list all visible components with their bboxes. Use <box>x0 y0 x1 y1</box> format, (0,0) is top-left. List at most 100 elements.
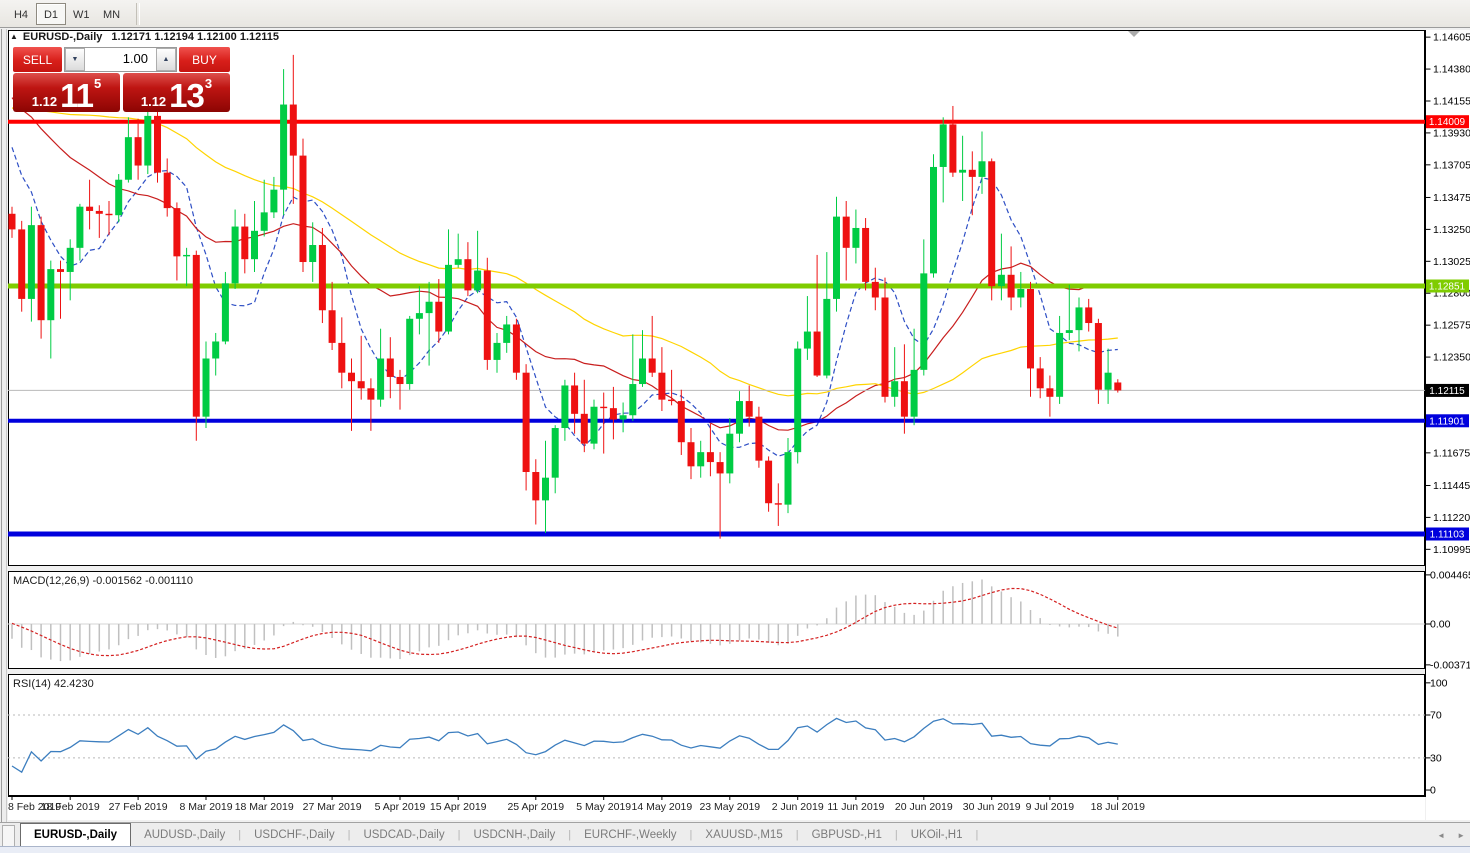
chart-tab-usdchf-daily[interactable]: USDCHF-,Daily <box>241 823 348 846</box>
chart-title-bar: ▲EURUSD-,Daily1.12171 1.12194 1.12100 1.… <box>10 31 279 43</box>
candle-body <box>513 324 520 372</box>
candle-body <box>387 359 394 377</box>
candle-body <box>455 259 462 265</box>
svg-text:1.12115: 1.12115 <box>1429 386 1465 397</box>
price-tick-label: 1.13025 <box>1433 256 1470 268</box>
candle-body <box>639 359 646 385</box>
candle-body <box>125 137 132 180</box>
chart-tab-audusd-daily[interactable]: AUDUSD-,Daily <box>131 823 238 846</box>
timeframe-w1-button[interactable]: W1 <box>66 3 96 25</box>
sell-price-panel[interactable]: 1.12115 <box>13 73 120 112</box>
candle-body <box>746 401 753 417</box>
chart-tab-usdcnh-daily[interactable]: USDCNH-,Daily <box>460 823 568 846</box>
macd-indicator-label: MACD(12,26,9) -0.001562 -0.001110 <box>13 575 193 587</box>
chart-tab-ukoil-h1[interactable]: UKOil-,H1 <box>898 823 976 846</box>
sell-button[interactable]: SELL <box>13 47 62 72</box>
tabbar-stub <box>2 825 15 846</box>
candle-body <box>135 137 142 165</box>
candle-body <box>814 332 821 376</box>
chart-tab-xauusd-m15[interactable]: XAUUSD-,M15 <box>692 823 795 846</box>
candle-body <box>552 428 559 478</box>
candle-body <box>852 228 859 248</box>
price-tick-label: 1.13475 <box>1433 192 1470 204</box>
candle-body <box>212 341 219 358</box>
rsi-panel[interactable] <box>8 675 1425 796</box>
candle-body <box>998 275 1005 286</box>
candle-body <box>571 385 578 413</box>
candle-body <box>833 217 840 299</box>
price-tick-label: 1.11675 <box>1433 447 1470 459</box>
candle-body <box>329 310 336 343</box>
candle-body <box>106 214 113 215</box>
buy-price-prefix: 1.12 <box>141 92 166 112</box>
timeframe-h4-button[interactable]: H4 <box>6 3 36 25</box>
candle-body <box>406 319 413 384</box>
sell-price-sup: 5 <box>94 76 101 91</box>
candle-body <box>1076 307 1083 330</box>
candle-body <box>775 503 782 504</box>
candle-body <box>1095 323 1102 390</box>
candle-body <box>882 297 889 396</box>
candle-body <box>290 105 297 156</box>
rsi-tick-label: 100 <box>1430 677 1448 689</box>
candle-body <box>18 229 25 299</box>
timeframe-mn-button[interactable]: MN <box>96 3 126 25</box>
candle-body <box>503 324 510 342</box>
candle-body <box>251 231 258 259</box>
candle-body <box>1085 307 1092 323</box>
candle-body <box>765 461 772 504</box>
volume-input[interactable]: 1.00 <box>85 48 156 71</box>
date-tick-label: 18 Feb 2019 <box>41 801 100 813</box>
candle-body <box>96 211 103 214</box>
date-tick-label: 30 Jun 2019 <box>963 801 1021 813</box>
chart-tabbar: EURUSD-,DailyAUDUSD-,Daily | USDCHF-,Daily… <box>0 822 1470 846</box>
chart-tab-eurchf-weekly[interactable]: EURCHF-,Weekly <box>571 823 689 846</box>
volume-increase-icon[interactable]: ▲ <box>156 48 176 71</box>
svg-text:1.11901: 1.11901 <box>1429 416 1465 427</box>
macd-tick-label: 0.00 <box>1430 619 1451 631</box>
date-tick-label: 18 Jul 2019 <box>1091 801 1145 813</box>
volume-decrease-icon[interactable]: ▼ <box>65 48 85 71</box>
candle-body <box>57 269 64 272</box>
chart-tab-eurusd-daily[interactable]: EURUSD-,Daily <box>20 823 131 846</box>
chart-tab-usdcad-daily[interactable]: USDCAD-,Daily <box>350 823 457 846</box>
candle-body <box>843 217 850 248</box>
buy-button[interactable]: BUY <box>179 47 230 72</box>
candle-body <box>785 452 792 504</box>
tab-separator: | <box>976 823 979 846</box>
candle-body <box>1066 330 1073 333</box>
date-tick-label: 9 Jul 2019 <box>1026 801 1075 813</box>
macd-panel[interactable] <box>8 572 1425 669</box>
candle-body <box>154 116 161 173</box>
candle-body <box>426 302 433 313</box>
buy-price-panel[interactable]: 1.12133 <box>123 73 230 112</box>
chart-tab-gbpusd-h1[interactable]: GBPUSD-,H1 <box>799 823 895 846</box>
candle-body <box>658 373 665 400</box>
candle-body <box>261 212 268 230</box>
price-tick-label: 1.13705 <box>1433 159 1470 171</box>
date-tick-label: 23 May 2019 <box>699 801 760 813</box>
candle-body <box>1114 382 1121 390</box>
candle-body <box>397 377 404 384</box>
price-tick-label: 1.12350 <box>1433 352 1470 364</box>
candle-body <box>823 299 830 376</box>
tab-scroll-left-icon[interactable]: ◄ <box>1437 831 1445 840</box>
chart-canvas[interactable]: 1.146051.143801.141551.139301.137051.134… <box>0 0 1470 853</box>
ohlc-values: 1.12171 1.12194 1.12100 1.12115 <box>111 31 279 43</box>
date-tick-label: 5 May 2019 <box>576 801 631 813</box>
collapse-panel-icon[interactable]: ▲ <box>10 32 18 41</box>
date-tick-label: 14 May 2019 <box>632 801 693 813</box>
candle-body <box>1017 289 1024 298</box>
candle-body <box>717 462 724 473</box>
candle-body <box>484 271 491 360</box>
candle-body <box>1008 275 1015 298</box>
sell-price-big: 11 <box>60 81 93 111</box>
candle-body <box>76 207 83 248</box>
candle-body <box>1027 289 1034 368</box>
candle-body <box>348 373 355 382</box>
candle-body <box>164 173 171 208</box>
candle-body <box>697 452 704 466</box>
date-tick-label: 18 Mar 2019 <box>235 801 294 813</box>
timeframe-d1-button[interactable]: D1 <box>36 3 66 25</box>
tab-scroll-right-icon[interactable]: ► <box>1457 831 1465 840</box>
